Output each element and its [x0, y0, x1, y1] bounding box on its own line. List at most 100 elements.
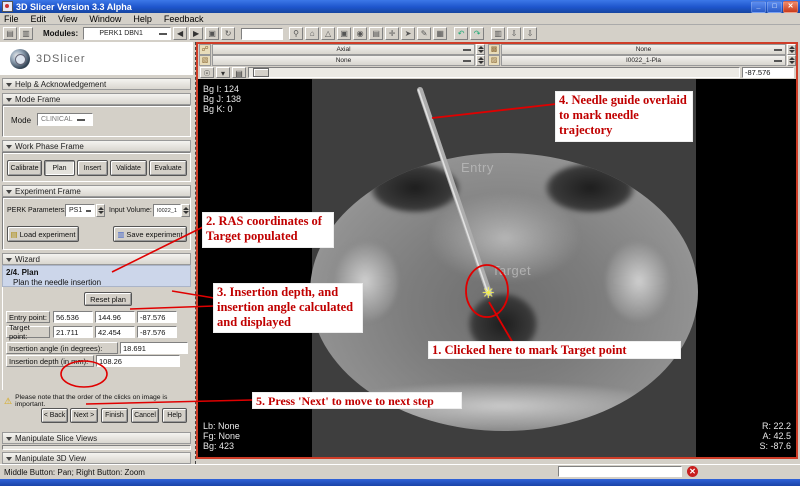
- section-help-acknowledgement[interactable]: Help & Acknowledgement: [2, 78, 191, 90]
- slice-offset-slider[interactable]: [248, 67, 740, 78]
- phase-insert-button[interactable]: Insert: [77, 160, 108, 176]
- labelmap-spinner[interactable]: [787, 44, 796, 55]
- menu-view[interactable]: View: [58, 14, 77, 24]
- label-layer-icon[interactable]: ▩: [488, 44, 500, 55]
- home-icon[interactable]: ⌂: [305, 27, 319, 40]
- finish-button[interactable]: Finish: [101, 408, 128, 423]
- help-button[interactable]: Help: [162, 408, 187, 423]
- menu-file[interactable]: File: [4, 14, 19, 24]
- orientation-spinner[interactable]: [476, 44, 485, 55]
- input-volume-spinner[interactable]: [181, 204, 190, 217]
- module-refresh-icon[interactable]: ↻: [221, 27, 235, 40]
- slice-offset-value[interactable]: -87.576: [742, 67, 794, 78]
- snapshot-icon[interactable]: ▣: [337, 27, 351, 40]
- slice-menu-icon[interactable]: ▤: [232, 67, 246, 78]
- foreground-layer-icon[interactable]: ▧: [199, 55, 211, 66]
- screen-capture-icon[interactable]: ▥: [491, 27, 505, 40]
- phase-evaluate-button[interactable]: Evaluate: [149, 160, 187, 176]
- reset-plan-button[interactable]: Reset plan: [84, 292, 132, 306]
- layer-overlay: Lb: NoneFg: NoneBg: 423: [203, 421, 240, 451]
- back-button[interactable]: < Back: [41, 408, 68, 423]
- left-femoral-head: [606, 241, 672, 321]
- menu-feedback[interactable]: Feedback: [164, 14, 204, 24]
- slice-expand-icon[interactable]: ▾: [216, 67, 230, 78]
- layout-icon[interactable]: ▦: [433, 27, 447, 40]
- slice-views-strip[interactable]: [2, 445, 191, 450]
- layers-icon[interactable]: ▤: [369, 27, 383, 40]
- undo-icon[interactable]: ↶: [454, 27, 468, 40]
- target-s-field[interactable]: -87.576: [137, 326, 177, 338]
- target-label: Target: [492, 263, 531, 278]
- logo-text: 3DSlicer: [36, 53, 86, 65]
- close-button[interactable]: ✕: [783, 1, 798, 13]
- menu-window[interactable]: Window: [89, 14, 121, 24]
- module-forward-button[interactable]: ▶: [189, 27, 203, 40]
- background-layer-icon[interactable]: ▨: [488, 55, 500, 66]
- module-panel-icon[interactable]: ▣: [205, 27, 219, 40]
- section-manipulate-slice-views[interactable]: Manipulate Slice Views: [2, 432, 191, 444]
- mode-frame-box: Mode CLINICAL: [2, 105, 191, 137]
- module-search-input[interactable]: [241, 28, 283, 40]
- link-icon[interactable]: ☍: [199, 44, 211, 55]
- minimize-button[interactable]: _: [751, 1, 766, 13]
- phase-plan-button[interactable]: Plan: [44, 160, 75, 176]
- bowel-region: [545, 163, 635, 213]
- menu-edit[interactable]: Edit: [31, 14, 47, 24]
- foreground-volume-dropdown[interactable]: None: [212, 55, 475, 66]
- insertion-angle-field[interactable]: 18.691: [120, 342, 188, 354]
- warning-icon: ⚠: [4, 396, 12, 407]
- globe-icon[interactable]: ◉: [353, 27, 367, 40]
- load-experiment-button[interactable]: ▤ Load experiment: [7, 226, 79, 242]
- labelmap-dropdown[interactable]: None: [501, 44, 786, 55]
- phase-calibrate-button[interactable]: Calibrate: [7, 160, 42, 176]
- background-spinner[interactable]: [787, 55, 796, 66]
- insertion-depth-field[interactable]: 108.26: [96, 355, 180, 367]
- slice-controller-left-row2: ▧ None: [199, 55, 485, 66]
- axes-icon[interactable]: △: [321, 27, 335, 40]
- modules-dropdown[interactable]: PERK1 DBN1: [83, 27, 171, 40]
- entry-a-field[interactable]: 144.96: [95, 311, 135, 323]
- crosshair-icon[interactable]: ✛: [385, 27, 399, 40]
- next-button[interactable]: Next >: [70, 408, 98, 423]
- menu-help[interactable]: Help: [133, 14, 152, 24]
- target-a-field[interactable]: 42.454: [95, 326, 135, 338]
- transform-icon[interactable]: ➤: [401, 27, 415, 40]
- annotation-5: 5. Press 'Next' to move to next step: [252, 392, 462, 409]
- orientation-dropdown[interactable]: Axial: [212, 44, 475, 55]
- wizard-box: 2/4. Plan Plan the needle insertion Rese…: [2, 265, 191, 390]
- mode-dropdown[interactable]: CLINICAL: [37, 113, 93, 126]
- maximize-button[interactable]: □: [767, 1, 782, 13]
- status-progress-field: [558, 466, 682, 477]
- mode-label: Mode: [11, 116, 31, 125]
- slice-visibility-icon[interactable]: ☉: [200, 67, 214, 78]
- save-experiment-button[interactable]: ▥ Save experiment: [113, 226, 187, 242]
- annotation-3: 3. Insertion depth, and insertion angle …: [213, 283, 363, 333]
- cancel-button[interactable]: Cancel: [131, 408, 159, 423]
- zoom-icon[interactable]: ⚲: [289, 27, 303, 40]
- section-manipulate-3d-view[interactable]: Manipulate 3D View: [2, 452, 191, 464]
- entry-r-field[interactable]: 56.536: [53, 311, 93, 323]
- error-icon[interactable]: ✕: [687, 466, 698, 477]
- slider-thumb[interactable]: [253, 68, 269, 77]
- section-mode-frame[interactable]: Mode Frame: [2, 93, 191, 105]
- entry-s-field[interactable]: -87.576: [137, 311, 177, 323]
- phase-validate-button[interactable]: Validate: [110, 160, 147, 176]
- optionmenu-dash: [463, 60, 471, 62]
- fiducial-icon[interactable]: ⇩: [507, 27, 521, 40]
- foreground-spinner[interactable]: [476, 55, 485, 66]
- load-scene-icon[interactable]: ▤: [3, 27, 17, 40]
- fiducial-list-icon[interactable]: ⇩: [523, 27, 537, 40]
- target-r-field[interactable]: 21.711: [53, 326, 93, 338]
- section-work-phase-frame[interactable]: Work Phase Frame: [2, 140, 191, 152]
- perk-params-spinner[interactable]: [96, 204, 105, 217]
- redo-icon[interactable]: ↷: [470, 27, 484, 40]
- pen-icon[interactable]: ✎: [417, 27, 431, 40]
- section-wizard[interactable]: Wizard: [2, 253, 191, 265]
- perk-params-label: PERK Parameters:: [7, 207, 66, 214]
- input-volume-dropdown[interactable]: I0022_1-Plan: [153, 204, 181, 217]
- perk-params-dropdown[interactable]: PS1: [65, 204, 95, 217]
- module-back-button[interactable]: ◀: [173, 27, 187, 40]
- background-volume-dropdown[interactable]: I0022_1-Pla: [501, 55, 786, 66]
- section-experiment-frame[interactable]: Experiment Frame: [2, 185, 191, 197]
- save-scene-icon[interactable]: ▥: [19, 27, 33, 40]
